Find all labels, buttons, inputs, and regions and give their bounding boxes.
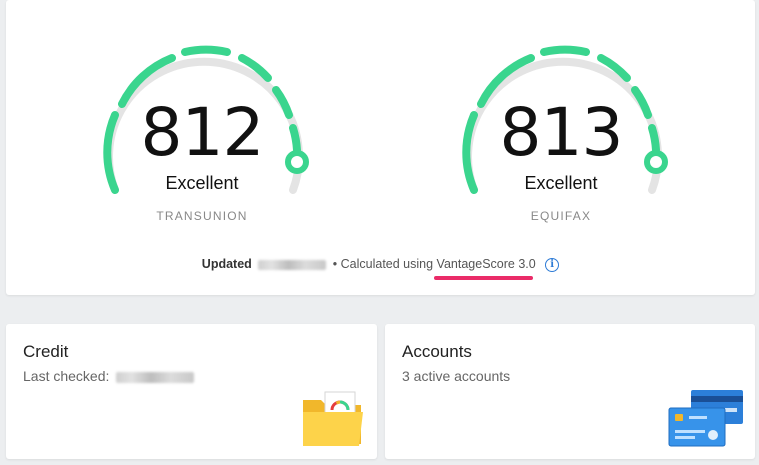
accounts-tile[interactable]: Accounts 3 active accounts <box>385 324 755 459</box>
separator-dot: • <box>332 257 338 271</box>
updated-label: Updated <box>201 257 252 271</box>
transunion-score: 812 <box>140 94 265 171</box>
last-checked-label: Last checked: <box>23 368 110 384</box>
credit-tile[interactable]: Credit Last checked: <box>6 324 377 459</box>
credit-tile-subtitle: Last checked: <box>23 368 197 384</box>
credit-score-card: 812 Excellent TRANSUNION 813 Excellent E… <box>6 0 755 295</box>
last-checked-date-redacted <box>116 371 195 383</box>
equifax-label: EQUIFAX <box>530 209 592 223</box>
transunion-label: TRANSUNION <box>156 209 248 223</box>
updated-date-redacted <box>258 259 327 270</box>
info-icon[interactable]: i <box>545 257 560 272</box>
equifax-rating: Excellent <box>524 173 598 193</box>
transunion-rating: Excellent <box>165 173 239 193</box>
credit-tile-title: Credit <box>23 342 69 361</box>
equifax-gauge: 813 Excellent EQUIFAX <box>451 38 671 228</box>
accounts-tile-subtitle: 3 active accounts <box>402 368 511 384</box>
updated-line: Updated • Calculated using VantageScore … <box>6 257 755 272</box>
highlight-underline <box>434 276 533 280</box>
credit-report-folder-icon <box>303 391 363 446</box>
accounts-tile-title: Accounts <box>402 342 472 361</box>
transunion-gauge: 812 Excellent TRANSUNION <box>92 38 312 228</box>
credit-cards-icon <box>668 390 743 447</box>
calculated-using-text: Calculated using <box>340 257 434 271</box>
vantagescore-model: VantageScore 3.0 <box>436 257 536 271</box>
equifax-score: 813 <box>499 94 624 171</box>
